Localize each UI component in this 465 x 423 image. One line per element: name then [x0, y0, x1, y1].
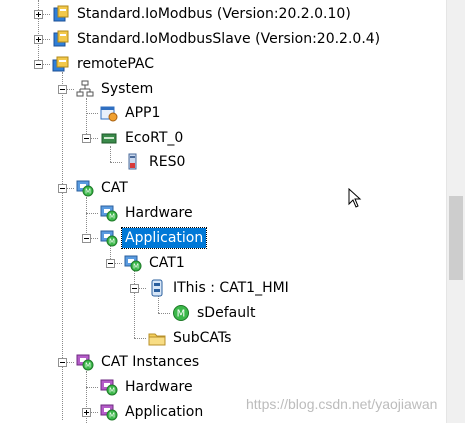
cat-instances-icon: M [100, 379, 118, 396]
app-icon [100, 106, 118, 122]
svg-text:M: M [177, 309, 186, 320]
cat-icon: M [100, 230, 118, 247]
tree-item-label: APP1 [125, 105, 161, 121]
tree-item-standard-iomodbus[interactable]: Standard.IoModbus (Version:20.2.0.10) [52, 3, 354, 25]
expand-toggle[interactable] [82, 408, 91, 417]
interface-icon [151, 279, 163, 297]
tree-item-subcats[interactable]: SubCATs [148, 327, 234, 349]
collapse-toggle[interactable] [106, 259, 115, 268]
collapse-toggle[interactable] [58, 184, 67, 193]
library-icon [53, 5, 69, 22]
tree-item-label: CAT [101, 180, 128, 196]
tree-item-label: Hardware [125, 205, 193, 221]
tree-item-system[interactable]: System [76, 78, 156, 100]
scrollbar-thumb[interactable] [449, 196, 463, 280]
tree-item-label: EcoRT_0 [125, 130, 184, 146]
svg-text:M: M [109, 412, 115, 420]
vertical-scrollbar[interactable] [446, 0, 465, 423]
network-icon [76, 80, 94, 97]
tree-guide [86, 98, 87, 138]
expand-toggle[interactable] [34, 35, 43, 44]
tree-item-label: Application [125, 404, 204, 420]
collapse-toggle[interactable] [82, 134, 91, 143]
tree-item-sdefault[interactable]: M sDefault [172, 302, 258, 324]
tree-item-label: SubCATs [173, 330, 232, 346]
collapse-toggle[interactable] [130, 284, 139, 293]
tree-item-remotepac[interactable]: remotePAC [52, 53, 157, 75]
tree-item-label: Standard.IoModbus (Version:20.2.0.10) [77, 6, 351, 22]
collapse-toggle[interactable] [58, 85, 67, 94]
project-icon [52, 56, 69, 72]
svg-text:M: M [109, 213, 115, 221]
tree-guide [110, 162, 122, 163]
tree-item-label: remotePAC [77, 56, 155, 72]
tree-item-label: IThis : CAT1_HMI [173, 280, 289, 296]
tree-guide [86, 197, 87, 239]
tree-item-ithis-cat1-hmi[interactable]: IThis : CAT1_HMI [148, 277, 292, 299]
tree-item-standard-iomodbusslave[interactable]: Standard.IoModbusSlave (Version:20.2.0.4… [52, 28, 383, 50]
collapse-toggle[interactable] [34, 60, 43, 69]
tree-item-label: System [101, 81, 154, 97]
tree-guide [38, 0, 39, 60]
tree-item-res0[interactable]: RES0 [124, 151, 188, 173]
resource-icon [128, 153, 137, 170]
tree-item-hardware[interactable]: M Hardware [100, 202, 196, 224]
library-icon [53, 30, 69, 47]
tree-item-label: sDefault [197, 305, 256, 321]
svg-text:M: M [85, 362, 91, 370]
project-tree: Standard.IoModbus (Version:20.2.0.10) St… [0, 0, 465, 423]
watermark: https://blog.csdn.net/yaojiawan [246, 396, 438, 412]
tree-item-label: RES0 [149, 154, 186, 170]
tree-item-application[interactable]: M Application [100, 401, 206, 423]
tree-guide [62, 72, 63, 420]
cat-instances-icon: M [76, 354, 94, 371]
cat-icon: M [124, 255, 142, 272]
runtime-icon [101, 133, 117, 144]
svg-text:M: M [109, 238, 115, 246]
cat-icon: M [100, 205, 118, 222]
m-ball-icon: M [173, 305, 189, 321]
tree-item-ecort0[interactable]: EcoRT_0 [100, 127, 186, 149]
cat-instances-icon: M [100, 404, 118, 421]
collapse-toggle[interactable] [58, 358, 67, 367]
collapse-toggle[interactable] [82, 234, 91, 243]
tree-item-label: Standard.IoModbusSlave (Version:20.2.0.4… [77, 31, 381, 47]
tree-item-label: CAT1 [149, 255, 185, 271]
folder-icon [148, 333, 166, 346]
tree-guide [134, 338, 146, 339]
tree-item-label: Application [120, 227, 208, 249]
mouse-cursor-icon [348, 188, 362, 208]
tree-guide [86, 213, 98, 214]
tree-item-application[interactable]: M Application [100, 227, 208, 249]
tree-guide [134, 271, 135, 338]
svg-text:M: M [133, 263, 139, 271]
tree-item-cat1[interactable]: M CAT1 [124, 252, 188, 274]
tree-item-cat-instances[interactable]: M CAT Instances [76, 351, 202, 373]
tree-item-label: Hardware [125, 379, 193, 395]
tree-item-cat[interactable]: M CAT [76, 177, 131, 199]
svg-text:M: M [85, 188, 91, 196]
tree-item-app1[interactable]: APP1 [100, 102, 163, 124]
svg-text:M: M [109, 387, 115, 395]
tree-guide [86, 113, 98, 114]
cat-icon: M [76, 180, 94, 197]
tree-item-label: CAT Instances [101, 354, 200, 370]
expand-toggle[interactable] [34, 10, 43, 19]
tree-guide [86, 387, 98, 388]
tree-item-hardware[interactable]: M Hardware [100, 376, 196, 398]
tree-guide [158, 313, 170, 314]
